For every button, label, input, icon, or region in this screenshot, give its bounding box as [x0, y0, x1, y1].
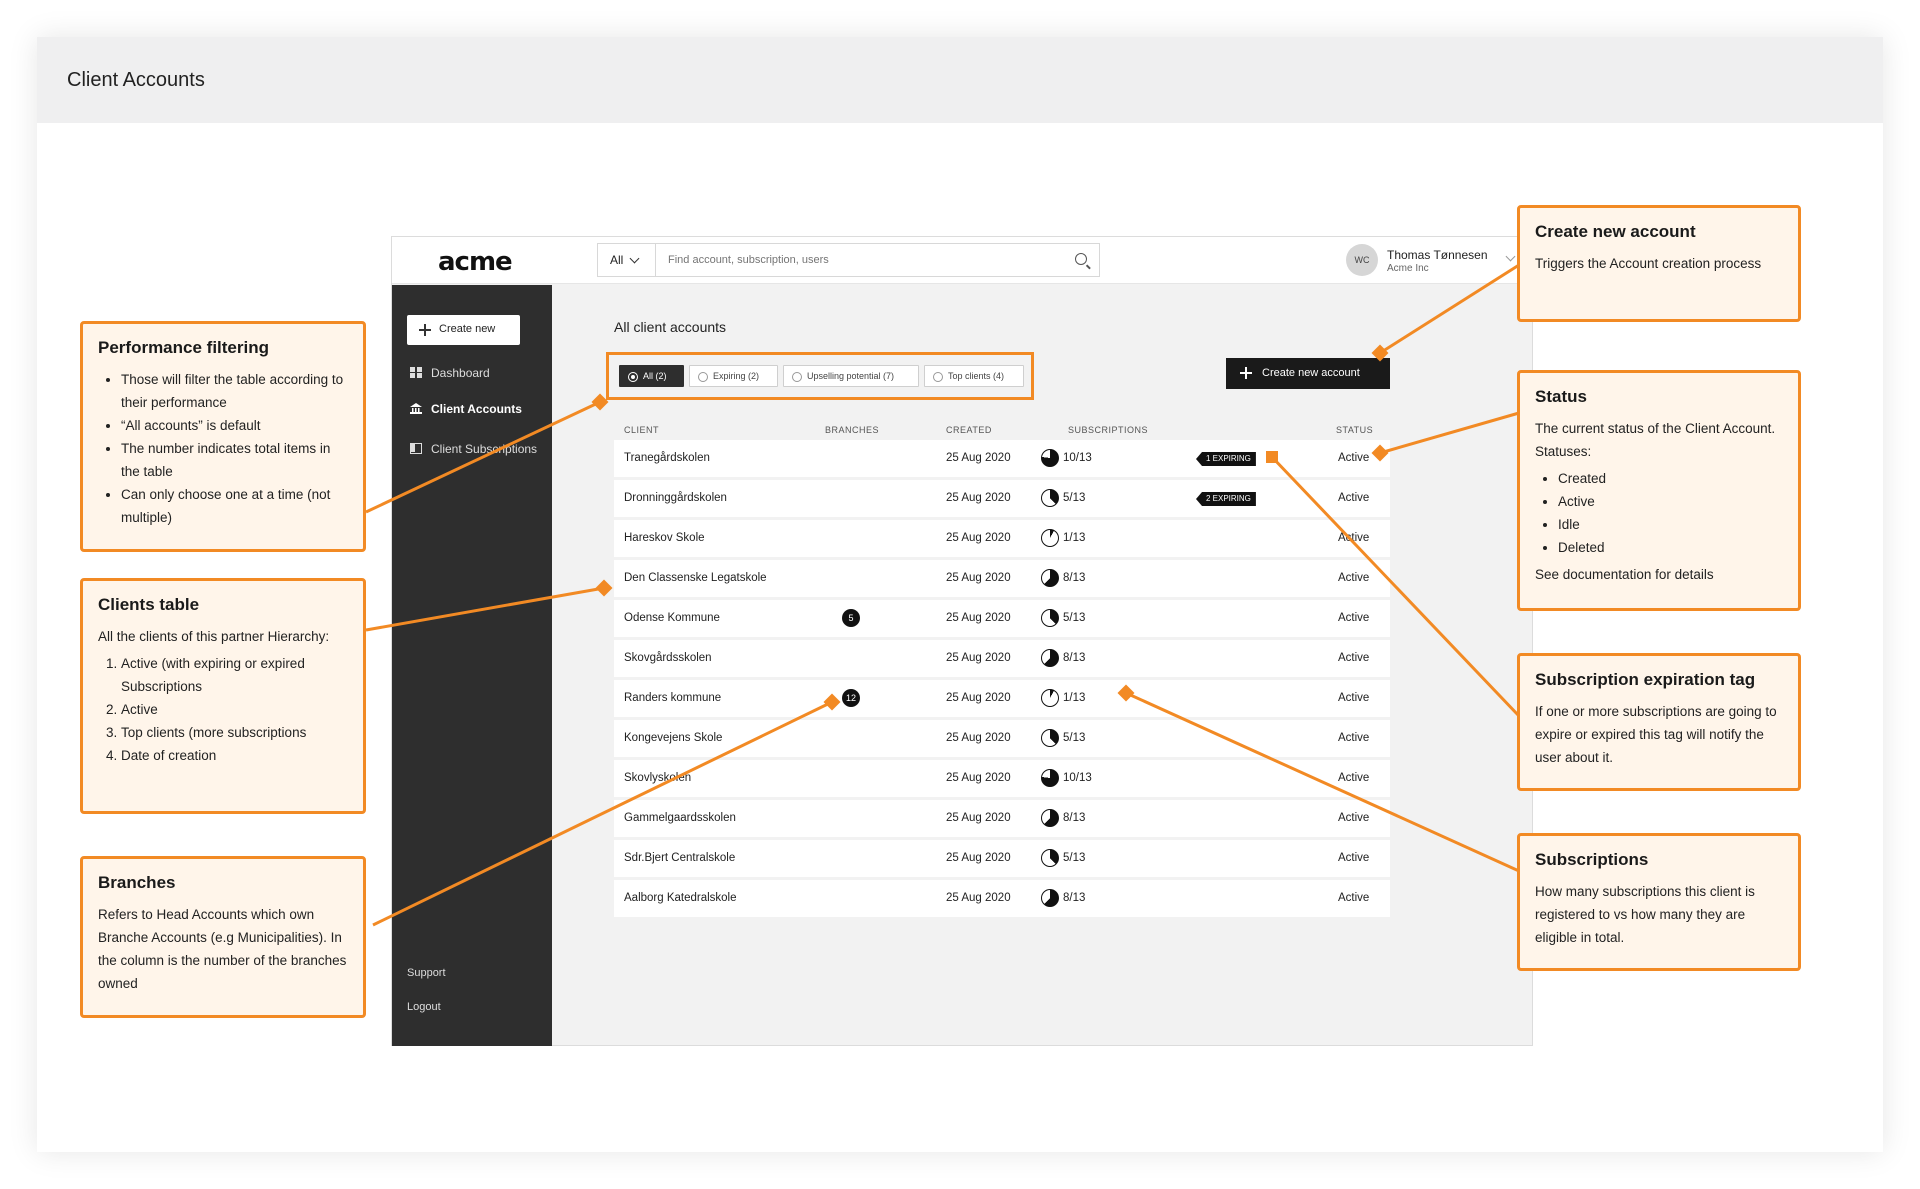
callout-clients-table: Clients table All the clients of this pa… [80, 578, 366, 814]
callout-list-item: Active [1558, 490, 1784, 513]
callout-list-item: Top clients (more subscriptions [121, 721, 349, 744]
callout-list-item: Idle [1558, 513, 1784, 536]
callout-text: The current status of the Client Account… [1535, 421, 1776, 459]
connector-status [1379, 411, 1520, 455]
connector-create-account [1379, 263, 1520, 355]
callout-text: Triggers the Account creation process [1535, 256, 1762, 271]
callout-list-item: “All accounts” is default [121, 414, 349, 437]
callout-subscriptions: Subscriptions How many subscriptions thi… [1517, 833, 1801, 971]
callout-list-item: Date of creation [121, 744, 349, 767]
callout-text: See documentation for details [1535, 567, 1714, 582]
callout-title: Clients table [98, 595, 200, 614]
callout-list-item: The number indicates total items in the … [121, 437, 349, 483]
callout-create-new-account: Create new account Triggers the Account … [1517, 205, 1801, 322]
callout-list: Those will filter the table according to… [98, 368, 349, 529]
connector-anchor [1117, 684, 1135, 702]
callout-text: How many subscriptions this client is re… [1535, 884, 1755, 945]
connector-anchor [1266, 451, 1278, 463]
callout-branches: Branches Refers to Head Accounts which o… [80, 856, 366, 1018]
connector-branches [372, 700, 833, 927]
callout-list-item: Created [1558, 467, 1784, 490]
callout-text: Refers to Head Accounts which own Branch… [98, 907, 347, 991]
callout-text: All the clients of this partner Hierarch… [98, 629, 330, 644]
callout-title: Subscriptions [1535, 850, 1649, 869]
callout-status: Status The current status of the Client … [1517, 370, 1801, 611]
connector-clients-table [365, 586, 605, 632]
callout-title: Subscription expiration tag [1535, 670, 1756, 689]
callout-list-item: Those will filter the table according to… [121, 368, 349, 414]
connector-anchor [591, 393, 609, 411]
connector-anchor [1371, 344, 1389, 362]
callout-list-item: Active [121, 698, 349, 721]
connector-subscriptions [1125, 691, 1520, 873]
callout-list-item: Can only choose one at a time (not multi… [121, 483, 349, 529]
callout-title: Performance filtering [98, 338, 269, 357]
callout-subscription-expiration-tag: Subscription expiration tag If one or mo… [1517, 653, 1801, 791]
callout-list-item: Deleted [1558, 536, 1784, 559]
callout-title: Create new account [1535, 222, 1696, 241]
callout-text: If one or more subscriptions are going t… [1535, 704, 1777, 765]
connector-expiration [1270, 455, 1521, 718]
callout-list-item: Active (with expiring or expired Subscri… [121, 652, 349, 698]
connector-performance [365, 400, 601, 514]
callout-title: Branches [98, 873, 176, 892]
connector-anchor [1371, 444, 1389, 462]
callout-performance-filtering: Performance filtering Those will filter … [80, 321, 366, 552]
callout-title: Status [1535, 387, 1587, 406]
callout-list: Created Active Idle Deleted [1535, 467, 1784, 559]
callout-list: Active (with expiring or expired Subscri… [98, 652, 349, 767]
connector-anchor [823, 693, 841, 711]
connector-anchor [595, 579, 613, 597]
